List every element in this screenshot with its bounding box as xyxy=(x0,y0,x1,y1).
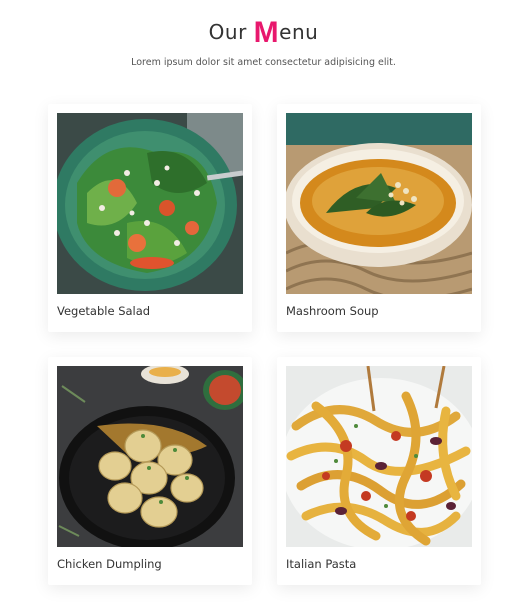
menu-item-name: Vegetable Salad xyxy=(57,304,151,318)
menu-item-name: Chicken Dumpling xyxy=(57,557,162,571)
menu-header: Our Menu Lorem ipsum dolor sit amet cons… xyxy=(0,14,527,68)
page-subtitle: Lorem ipsum dolor sit amet consectetur a… xyxy=(131,57,396,68)
chicken-dumpling-image xyxy=(57,366,243,547)
mashroom-soup-image xyxy=(286,113,472,294)
menu-card-vegetable-salad[interactable]: Vegetable Salad xyxy=(48,104,252,332)
vegetable-salad-image xyxy=(57,113,243,294)
title-accent-letter: M xyxy=(253,16,280,49)
menu-card-italian-pasta[interactable]: Italian Pasta xyxy=(277,357,481,585)
menu-item-name: Italian Pasta xyxy=(286,557,357,571)
title-suffix: enu xyxy=(279,20,319,44)
menu-card-chicken-dumpling[interactable]: Chicken Dumpling xyxy=(48,357,252,585)
menu-card-mashroom-soup[interactable]: Mashroom Soup xyxy=(277,104,481,332)
page-title: Our Menu xyxy=(0,14,527,51)
menu-item-name: Mashroom Soup xyxy=(286,304,379,318)
title-prefix: Our xyxy=(208,20,254,44)
italian-pasta-image xyxy=(286,366,472,547)
